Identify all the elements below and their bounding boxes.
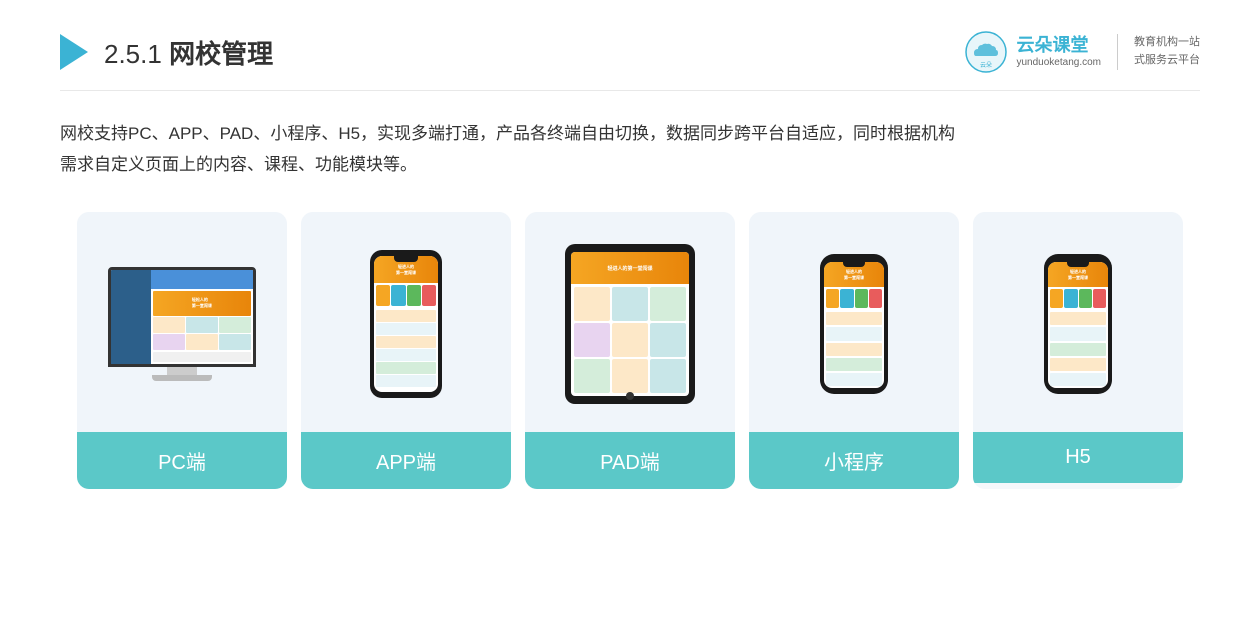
- brand-divider: [1117, 34, 1118, 70]
- brand-slogan: 教育机构一站 式服务云平台: [1134, 34, 1200, 69]
- pc-grid: [153, 317, 251, 350]
- card-pc-image: 轻松人的第一堂闯课: [77, 212, 287, 432]
- card-h5: 轻进人的第一堂闯课: [973, 212, 1183, 489]
- pc-content: 轻松人的第一堂闯课: [151, 289, 253, 364]
- card-pad: 轻进人的第一堂闯课: [525, 212, 735, 489]
- phone-outer-h5: 轻进人的第一堂闯课: [1044, 254, 1112, 394]
- pc-topbar: [151, 270, 253, 289]
- card-h5-image: 轻进人的第一堂闯课: [973, 212, 1183, 432]
- pad-outer: 轻进人的第一堂闯课: [565, 244, 695, 404]
- phone-outer-small: 轻进人的第一堂闯课: [820, 254, 888, 394]
- card-app-label: APP端: [301, 432, 511, 489]
- card-miniprogram-label: 小程序: [749, 432, 959, 489]
- card-pad-label: PAD端: [525, 432, 735, 489]
- pc-screen: 轻松人的第一堂闯课: [108, 267, 256, 367]
- header-left: 2.5.1 网校管理: [60, 34, 273, 71]
- device-app-phone: 轻进人的第一堂闯课: [370, 250, 442, 398]
- card-pad-image: 轻进人的第一堂闯课: [525, 212, 735, 432]
- device-h5-phone: 轻进人的第一堂闯课: [1044, 254, 1112, 394]
- pad-home-button: [626, 392, 634, 400]
- phone-screen: 轻进人的第一堂闯课: [374, 256, 438, 392]
- device-miniprogram-phone: 轻进人的第一堂闯课: [820, 254, 888, 394]
- card-pc-label: PC端: [77, 432, 287, 489]
- page-title: 2.5.1 网校管理: [104, 34, 273, 71]
- brand-text: 云朵课堂 yunduoketang.com: [1016, 35, 1101, 69]
- pad-screen: 轻进人的第一堂闯课: [571, 252, 689, 396]
- device-pad: 轻进人的第一堂闯课: [565, 244, 695, 404]
- phone-notch-small: [843, 262, 865, 267]
- phone-outer: 轻进人的第一堂闯课: [370, 250, 442, 398]
- card-pc: 轻松人的第一堂闯课: [77, 212, 287, 489]
- pc-sidebar: [111, 270, 151, 364]
- cloud-icon: 云朵: [964, 30, 1008, 74]
- page-container: 2.5.1 网校管理 云朵 云朵课堂 yunduoketang.com 教育机构…: [0, 0, 1260, 630]
- card-h5-label: H5: [973, 432, 1183, 483]
- phone-notch-h5: [1067, 262, 1089, 267]
- device-pc: 轻松人的第一堂闯课: [102, 267, 262, 381]
- card-miniprogram-image: 轻进人的第一堂闯课: [749, 212, 959, 432]
- brand-logo: 云朵 云朵课堂 yunduoketang.com 教育机构一站 式服务云平台: [964, 30, 1200, 74]
- phone-screen-small: 轻进人的第一堂闯课: [824, 262, 884, 388]
- card-app: 轻进人的第一堂闯课: [301, 212, 511, 489]
- cards-container: 轻松人的第一堂闯课: [60, 212, 1200, 489]
- svg-text:云朵: 云朵: [980, 62, 992, 69]
- card-miniprogram: 轻进人的第一堂闯课: [749, 212, 959, 489]
- phone-screen-h5: 轻进人的第一堂闯课: [1048, 262, 1108, 388]
- phone-notch: [394, 256, 418, 262]
- logo-triangle-icon: [60, 34, 88, 70]
- pc-banner: 轻松人的第一堂闯课: [153, 291, 251, 316]
- page-header: 2.5.1 网校管理 云朵 云朵课堂 yunduoketang.com 教育机构…: [60, 30, 1200, 91]
- pc-main: 轻松人的第一堂闯课: [151, 270, 253, 364]
- description-text: 网校支持PC、APP、PAD、小程序、H5，实现多端打通，产品各终端自由切换，数…: [60, 119, 1200, 180]
- card-app-image: 轻进人的第一堂闯课: [301, 212, 511, 432]
